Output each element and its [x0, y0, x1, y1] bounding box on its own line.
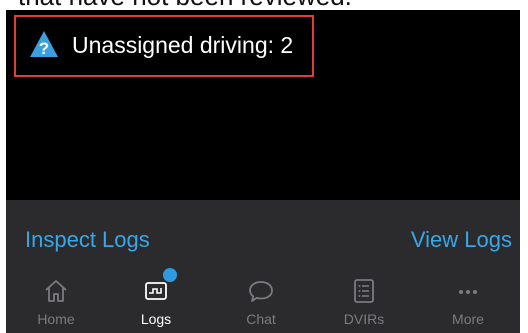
- tab-home[interactable]: Home: [6, 270, 106, 333]
- tab-label: DVIRs: [343, 311, 385, 327]
- logs-badge: [163, 268, 177, 282]
- logs-icon: [145, 282, 167, 300]
- unassigned-driving-alert[interactable]: ? Unassigned driving: 2: [14, 15, 314, 77]
- tab-chat[interactable]: Chat: [211, 270, 311, 333]
- dvir-list-icon: [354, 279, 374, 303]
- bottom-panel: Inspect Logs View Logs Home Logs Chat DV…: [6, 200, 520, 333]
- chat-icon: [249, 281, 273, 302]
- view-logs-link[interactable]: View Logs: [411, 226, 512, 254]
- tab-label: Logs: [140, 311, 172, 327]
- more-icon: [459, 290, 477, 294]
- tab-label: Home: [37, 311, 75, 327]
- svg-text:?: ?: [39, 39, 49, 58]
- home-icon: [45, 280, 67, 302]
- app-screen: ? Unassigned driving: 2 Inspect Logs Vie…: [6, 10, 520, 333]
- tab-label: More: [452, 311, 484, 327]
- tab-dvirs[interactable]: DVIRs: [314, 270, 414, 333]
- inspect-logs-link[interactable]: Inspect Logs: [25, 226, 150, 254]
- question-warning-icon: ?: [30, 31, 58, 58]
- tab-more[interactable]: More: [418, 270, 518, 333]
- tab-logs[interactable]: Logs: [106, 268, 206, 333]
- tab-bar: Home Logs Chat DVIRs More: [6, 268, 520, 333]
- tab-label: Chat: [246, 311, 276, 327]
- alert-text: Unassigned driving: 2: [72, 32, 294, 58]
